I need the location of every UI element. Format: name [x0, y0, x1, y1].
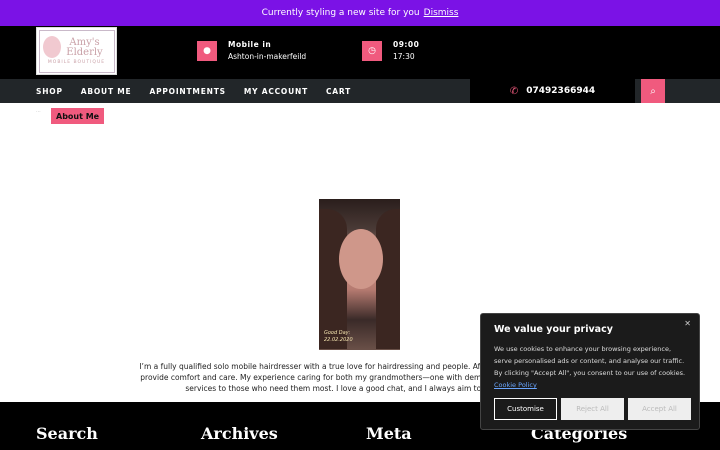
notice-bar: Currently styling a new site for you Dis… — [0, 0, 720, 26]
site-header: Amy's Elderly MOBILE BOUTIQUE ● Mobile i… — [0, 26, 720, 79]
logo-face-icon — [43, 36, 61, 58]
nav-item-cart[interactable]: CART — [326, 87, 351, 96]
photo-caption: Good Day: 22.02.2020 — [324, 330, 353, 344]
site-logo[interactable]: Amy's Elderly MOBILE BOUTIQUE — [36, 27, 117, 75]
hours-open: 09:00 — [393, 40, 420, 49]
phone-number: 07492366944 — [526, 86, 596, 96]
cookie-policy-link[interactable]: Cookie Policy — [494, 381, 537, 389]
phone-icon: ✆ — [509, 85, 519, 97]
breadcrumb[interactable]: ... — [36, 108, 41, 114]
search-icon: ⌕ — [650, 85, 656, 97]
dismiss-link[interactable]: Dismiss — [424, 8, 459, 18]
hours-close: 17:30 — [393, 52, 415, 61]
logo-subtitle: MOBILE BOUTIQUE — [47, 59, 106, 65]
profile-photo: Good Day: 22.02.2020 — [319, 199, 400, 350]
photo-caption-line2: 22.02.2020 — [324, 337, 353, 343]
page-title: About Me — [51, 108, 105, 124]
nav-item-about-me[interactable]: ABOUT ME — [81, 87, 132, 96]
cookie-body-text: We use cookies to enhance your browsing … — [494, 345, 686, 377]
nav-item-shop[interactable]: SHOP — [36, 87, 63, 96]
clock-icon: ◷ — [362, 41, 382, 61]
location-info: ● Mobile in Ashton-in-makerfeild — [197, 39, 306, 63]
cookie-title: We value your privacy — [494, 324, 613, 335]
notice-text: Currently styling a new site for you — [261, 8, 420, 18]
main-nav: SHOP ABOUT ME APPOINTMENTS MY ACCOUNT CA… — [0, 79, 720, 103]
nav-item-appointments[interactable]: APPOINTMENTS — [149, 87, 225, 96]
phone-link[interactable]: ✆ 07492366944 — [470, 79, 635, 103]
reject-all-button[interactable]: Reject All — [561, 398, 624, 420]
location-value: Ashton-in-makerfeild — [228, 52, 307, 61]
location-pin-icon: ● — [197, 41, 217, 61]
photo-caption-line1: Good Day: — [324, 330, 351, 336]
cookie-banner: ✕ We value your privacy We use cookies t… — [480, 313, 700, 430]
close-icon[interactable]: ✕ — [684, 319, 691, 328]
footer-title-search: Search — [36, 424, 98, 443]
accept-all-button[interactable]: Accept All — [628, 398, 691, 420]
search-button[interactable]: ⌕ — [641, 79, 665, 103]
nav-item-my-account[interactable]: MY ACCOUNT — [244, 87, 308, 96]
cookie-body: We use cookies to enhance your browsing … — [494, 343, 686, 391]
customise-button[interactable]: Customise — [494, 398, 557, 420]
location-title: Mobile in — [228, 40, 272, 49]
footer-title-archives: Archives — [201, 424, 278, 443]
footer-title-meta: Meta — [366, 424, 412, 443]
hours-info: ◷ 09:00 17:30 — [362, 39, 419, 63]
